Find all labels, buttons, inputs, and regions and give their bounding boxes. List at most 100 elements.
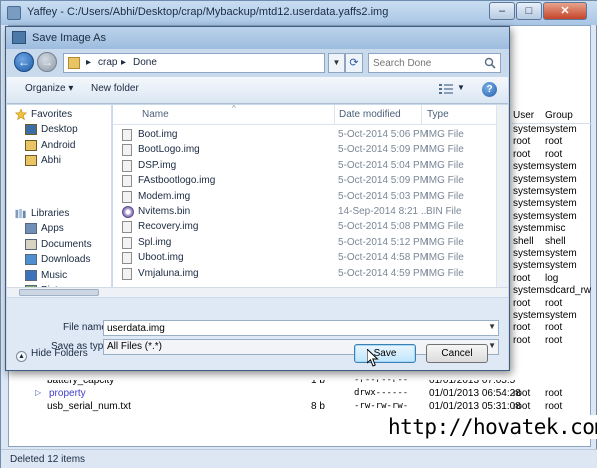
maximize-button[interactable]: □	[516, 2, 542, 20]
organize-button[interactable]: Organize ▾	[25, 83, 73, 94]
sort-caret-icon: ^	[232, 104, 236, 113]
chevron-down-icon[interactable]: ▼	[488, 322, 496, 331]
nav-favorites[interactable]: Favorites	[7, 108, 112, 123]
bg-name-cell: battery_capcity	[47, 375, 115, 386]
dialog-toolbar: Organize ▾ New folder ▼ ?	[7, 77, 508, 104]
watermark-text: http://hovatek.com	[386, 415, 597, 439]
nav-library-apps[interactable]: Apps	[7, 222, 112, 237]
file-row[interactable]: FAstbootlogo.img 5-Oct-2014 5:09 PM IMG Fi…	[119, 174, 495, 189]
file-row[interactable]: Spl.img 5-Oct-2014 5:12 PM IMG File	[119, 236, 495, 251]
nav-item-label: Music	[41, 269, 68, 281]
nav-item-label: Downloads	[41, 254, 91, 266]
file-date-cell: 5-Oct-2014 5:09 PM	[338, 144, 429, 156]
bg-perms-cell: -r--r--r--	[354, 375, 409, 386]
file-type-cell: IMG File	[426, 221, 464, 233]
bg-user-cell: system	[513, 186, 545, 197]
close-button[interactable]: ✕	[543, 2, 587, 20]
bg-file-row[interactable]: ▷ property drwx------ 01/01/2013 06:54:28 ro…	[9, 388, 592, 401]
nav-item-label: Documents	[41, 238, 92, 250]
folder-icon	[25, 155, 37, 166]
vertical-scrollbar[interactable]	[496, 105, 508, 287]
file-row[interactable]: Modem.img 5-Oct-2014 5:03 PM IMG File	[119, 190, 495, 205]
bg-perms-cell: drwx------	[354, 388, 409, 398]
breadcrumb-done[interactable]: Done	[133, 57, 157, 68]
bg-user-cell: root	[513, 388, 531, 399]
column-separator[interactable]	[334, 105, 335, 125]
chevron-down-icon[interactable]: ▼	[488, 341, 496, 350]
back-arrow-icon[interactable]: ←	[14, 52, 34, 72]
horizontal-scrollbar[interactable]	[7, 287, 508, 297]
file-list: Name ^ Date modified Type Boot.img 5-Oct-…	[113, 104, 508, 287]
bg-group-cell: system	[545, 248, 577, 259]
nav-item-label: Abhi	[41, 155, 62, 166]
column-date-header[interactable]: Date modified	[339, 109, 401, 120]
view-options-icon[interactable]	[439, 83, 453, 95]
bg-user-cell: root	[513, 136, 531, 148]
bg-user-cell: system	[513, 223, 545, 235]
nav-favorite-desktop[interactable]: Desktop	[7, 123, 112, 138]
nav-favorite-android[interactable]: Android	[7, 139, 112, 154]
bg-user-cell: system	[513, 161, 545, 173]
apps-icon	[25, 223, 37, 234]
file-list-header: Name ^ Date modified Type	[113, 104, 496, 125]
bg-group-cell: root	[545, 297, 563, 309]
search-input[interactable]	[373, 56, 481, 70]
file-row[interactable]: Recovery.img 5-Oct-2014 5:08 PM IMG File	[119, 220, 495, 235]
hide-folders-button[interactable]: ▲ Hide Folders	[16, 348, 88, 362]
file-row[interactable]: BootLogo.img 5-Oct-2014 5:09 PM IMG File	[119, 143, 495, 158]
forward-arrow-icon[interactable]: →	[37, 52, 57, 72]
file-date-cell: 5-Oct-2014 4:59 PM	[338, 267, 429, 279]
bg-file-row[interactable]: battery_capcity 1 b -r--r--r-- 01/01/2013 0…	[9, 375, 592, 388]
dialog-title: Save Image As	[32, 32, 106, 44]
nav-favorite-abhi[interactable]: Abhi	[7, 154, 112, 169]
file-date-cell: 5-Oct-2014 5:12 PM	[338, 236, 429, 248]
main-title-bar[interactable]: Yaffey - C:/Users/Abhi/Desktop/crap/Myba…	[1, 1, 597, 25]
status-bar: Deleted 12 items	[1, 449, 597, 468]
column-name-header[interactable]: Name	[142, 109, 169, 120]
file-icon	[122, 129, 132, 141]
bg-user-cell: root	[513, 297, 531, 309]
address-dropdown-icon[interactable]: ▼	[328, 53, 345, 73]
file-type-cell: IMG File	[426, 159, 464, 171]
nav-libraries[interactable]: Libraries	[7, 207, 112, 222]
file-icon	[122, 267, 132, 280]
file-row[interactable]: DSP.img 5-Oct-2014 5:04 PM IMG File	[119, 159, 495, 174]
bg-group-cell: root	[545, 322, 563, 334]
bg-group-cell: shell	[545, 235, 566, 247]
bg-group-cell: system	[545, 161, 577, 173]
column-type-header[interactable]: Type	[427, 109, 449, 120]
file-row[interactable]: Vmjaluna.img 5-Oct-2014 4:59 PM IMG File	[119, 267, 495, 282]
address-separator: ▸	[86, 57, 92, 68]
file-date-cell: 5-Oct-2014 5:04 PM	[338, 159, 429, 171]
address-bar[interactable]: ▸ crap ▸ Done	[63, 53, 325, 73]
save-button[interactable]: Save	[354, 344, 416, 363]
file-name-input[interactable]	[107, 322, 462, 334]
file-row[interactable]: Uboot.img 5-Oct-2014 4:58 PM IMG File	[119, 251, 495, 266]
refresh-icon[interactable]: ⟳	[345, 53, 363, 73]
file-row[interactable]: Nvitems.bin 14-Sep-2014 8:21 ... BIN File	[119, 205, 495, 220]
cancel-button[interactable]: Cancel	[426, 344, 488, 363]
file-type-cell: IMG File	[426, 190, 464, 202]
bg-file-row[interactable]: usb_serial_num.txt 8 b -rw-rw-rw- 01/01/201…	[9, 401, 592, 414]
expand-arrow-icon[interactable]: ▷	[35, 388, 41, 397]
nav-library-music[interactable]: Music	[7, 269, 112, 284]
search-box[interactable]	[368, 53, 501, 73]
new-folder-button[interactable]: New folder	[91, 83, 139, 94]
file-row[interactable]: Boot.img 5-Oct-2014 5:06 PM IMG File	[119, 128, 495, 143]
column-separator[interactable]	[421, 105, 422, 125]
breadcrumb-crap[interactable]: crap	[98, 57, 117, 68]
folder-icon	[68, 57, 80, 69]
screen: Yaffey - C:/Users/Abhi/Desktop/crap/Myba…	[0, 0, 597, 468]
help-icon[interactable]: ?	[482, 82, 497, 97]
nav-library-downloads[interactable]: Downloads	[7, 253, 112, 268]
view-dropdown-icon[interactable]: ▼	[457, 83, 465, 92]
minimize-button[interactable]: –	[489, 2, 515, 20]
file-name-cell: Uboot.img	[138, 252, 184, 264]
file-name-combo[interactable]: ▼	[103, 320, 499, 336]
scrollbar-thumb[interactable]	[19, 289, 99, 296]
file-name-cell: DSP.img	[138, 159, 177, 171]
bg-user-cell: shell	[513, 235, 534, 247]
nav-library-documents[interactable]: Documents	[7, 238, 112, 253]
dialog-title-bar[interactable]: Save Image As	[6, 27, 509, 49]
address-separator: ▸	[121, 57, 127, 68]
